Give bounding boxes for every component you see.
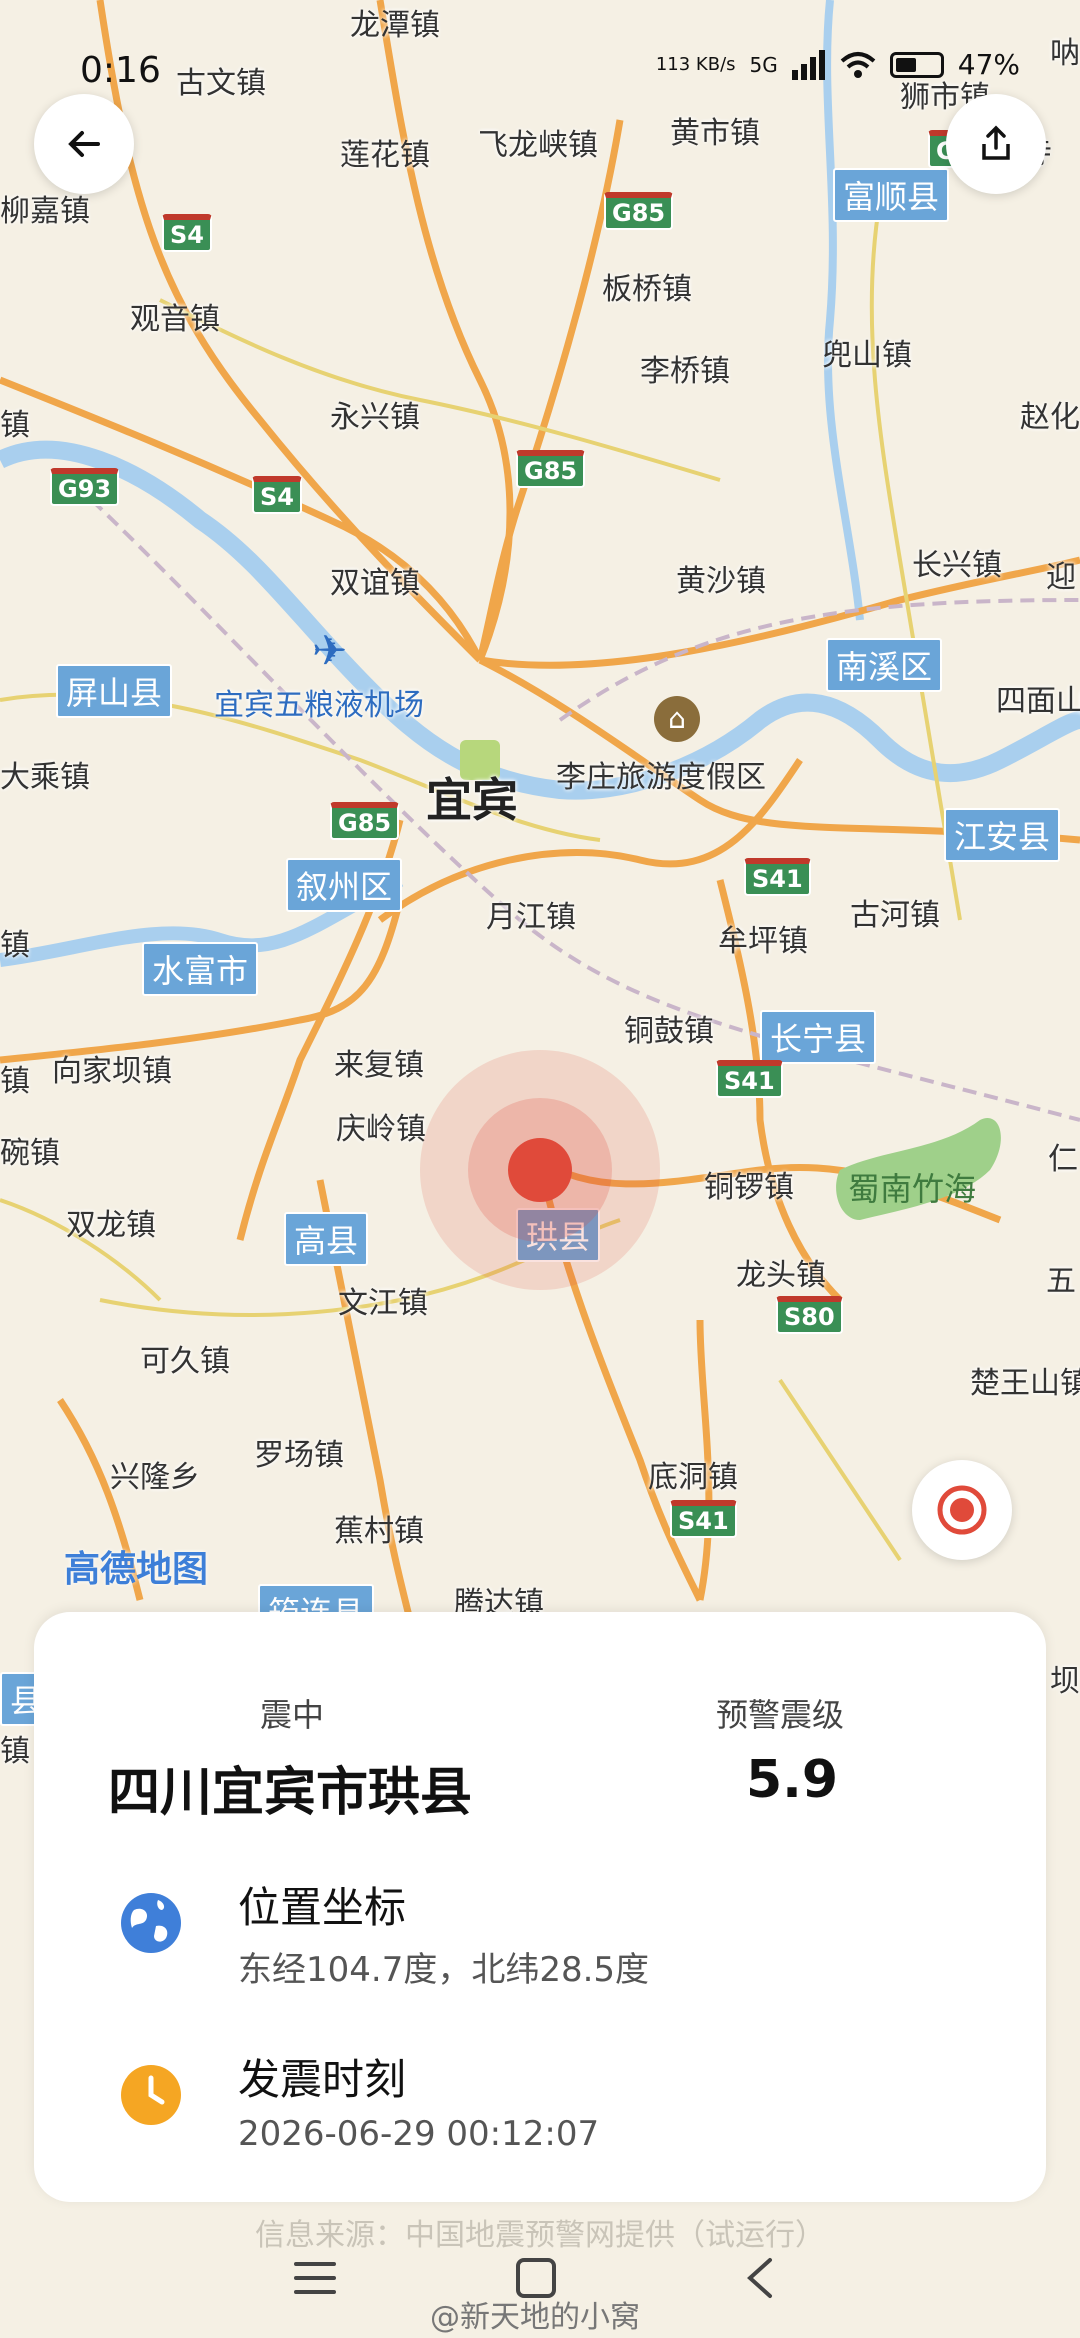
magnitude-value: 5.9: [746, 1750, 839, 1810]
highway-shield: G85: [604, 192, 674, 230]
district-label: 南溪区: [826, 638, 943, 692]
map-label: 碗镇: [0, 1136, 60, 1171]
coords-title: 位置坐标: [238, 1883, 407, 1932]
map-label: 古文镇: [176, 66, 266, 101]
map-label: 古河镇: [850, 898, 940, 933]
epicenter-label: 震中: [260, 1696, 325, 1734]
map-label: 向家坝镇: [52, 1054, 172, 1089]
map-label: 双谊镇: [330, 566, 420, 601]
epicenter-marker[interactable]: [508, 1138, 572, 1202]
map-label: 黄市镇: [670, 116, 760, 151]
map-label: 兜山镇: [822, 338, 912, 373]
locate-target-icon: [937, 1485, 987, 1535]
highway-shield: S41: [744, 858, 811, 896]
highway-shield: S41: [670, 1500, 737, 1538]
district-label: 屏山县: [56, 664, 173, 718]
map-label: 四面山: [996, 684, 1080, 719]
district-label: 高县: [284, 1212, 369, 1266]
map-label: 大乘镇: [0, 760, 90, 795]
map-label: 仁: [1048, 1142, 1078, 1177]
network-speed: 113 KB/s: [655, 53, 736, 75]
map-label: 罗场镇: [254, 1438, 344, 1473]
map-label: 龙潭镇: [350, 8, 440, 43]
resort-icon: ⌂: [654, 696, 700, 742]
share-button[interactable]: [946, 94, 1046, 194]
map-label: 莲花镇: [340, 138, 430, 173]
earthquake-info-card: 震中 四川宜宾市珙县 预警震级 5.9 位置坐标 东经104.7度，北纬28.5…: [34, 1612, 1046, 2202]
share-icon: [982, 125, 1010, 160]
map-label: 底洞镇: [648, 1460, 738, 1495]
map-label: 长兴镇: [912, 548, 1002, 583]
map-label: 双龙镇: [66, 1208, 156, 1243]
time-title: 发震时刻: [238, 2055, 407, 2104]
district-label: 富顺县: [833, 168, 950, 222]
back-nav-icon[interactable]: [742, 2256, 778, 2300]
map-label: 李桥镇: [640, 354, 730, 389]
time-value: 2026-06-29 00:12:07: [238, 2114, 600, 2154]
map-label: 楚王山镇: [970, 1366, 1080, 1401]
menu-icon[interactable]: [292, 2258, 338, 2298]
map-label: 永兴镇: [330, 400, 420, 435]
battery-percent: 47%: [957, 48, 1020, 81]
map-label: 铜锣镇: [704, 1170, 794, 1205]
watermark: @新天地的小窝: [430, 2300, 640, 2335]
highway-shield: S80: [776, 1296, 843, 1334]
signal-icon: [791, 49, 825, 80]
arrow-left-icon: [68, 131, 100, 157]
district-label: 长宁县: [760, 1010, 877, 1064]
map-label: 可久镇: [140, 1344, 230, 1379]
magnitude-label: 预警震级: [716, 1696, 845, 1734]
status-time: 0:16: [80, 50, 161, 91]
clock-icon: [120, 2064, 182, 2126]
city-label: 宜宾: [426, 773, 518, 827]
status-icons: 113 KB/s 5G 47%: [656, 48, 1020, 81]
map-provider-logo: 高德地图: [64, 1549, 209, 1590]
map-label: 飞龙峡镇: [478, 128, 598, 163]
coords-value: 东经104.7度，北纬28.5度: [238, 1950, 650, 1990]
battery-icon: [889, 51, 944, 78]
highway-shield: S4: [252, 476, 302, 514]
map-label: 庆岭镇: [336, 1112, 426, 1147]
highway-shield: S4: [162, 214, 212, 252]
map-label: 观音镇: [130, 302, 220, 337]
map-label: 牟坪镇: [718, 924, 808, 959]
globe-icon: [120, 1892, 182, 1954]
map-label: 月江镇: [486, 900, 576, 935]
back-button[interactable]: [34, 94, 134, 194]
highway-shield: S41: [716, 1060, 783, 1098]
map-label: 兴隆乡: [110, 1460, 200, 1495]
district-label: 叙州区: [286, 858, 403, 912]
map-label: 蕉村镇: [334, 1514, 424, 1549]
map-label: 坝: [1050, 1664, 1080, 1699]
map-label: 镇: [0, 408, 30, 443]
highway-shield: G85: [516, 450, 586, 488]
wifi-icon: [840, 51, 876, 78]
highway-shield: G93: [50, 468, 120, 506]
map-label: 李庄旅游度假区: [556, 760, 766, 795]
district-label: 水富市: [142, 942, 259, 996]
map-label: 文江镇: [338, 1286, 428, 1321]
map-label: 龙头镇: [736, 1258, 826, 1293]
map-label: 板桥镇: [602, 272, 692, 307]
epicenter-value: 四川宜宾市珙县: [108, 1763, 473, 1823]
map-label: 赵化: [1020, 400, 1080, 435]
map-label: 镇: [0, 1064, 30, 1099]
district-label: 江安县: [944, 808, 1061, 862]
locate-button[interactable]: [912, 1460, 1012, 1560]
airplane-icon: ✈: [312, 626, 348, 675]
map-label: 黄沙镇: [676, 564, 766, 599]
map-label: 镇: [0, 928, 30, 963]
map-label: 来复镇: [334, 1048, 424, 1083]
map-label: 五: [1046, 1264, 1076, 1299]
map-label: 呐: [1050, 36, 1080, 71]
map-label: 铜鼓镇: [624, 1014, 714, 1049]
airport-label: 宜宾五粮液机场: [214, 688, 424, 723]
scenic-label: 蜀南竹海: [848, 1170, 977, 1208]
network-type: 5G: [749, 52, 778, 77]
map-label: 迎: [1046, 560, 1076, 595]
highway-shield: G85: [330, 802, 400, 840]
map-label: 镇: [0, 1734, 30, 1769]
